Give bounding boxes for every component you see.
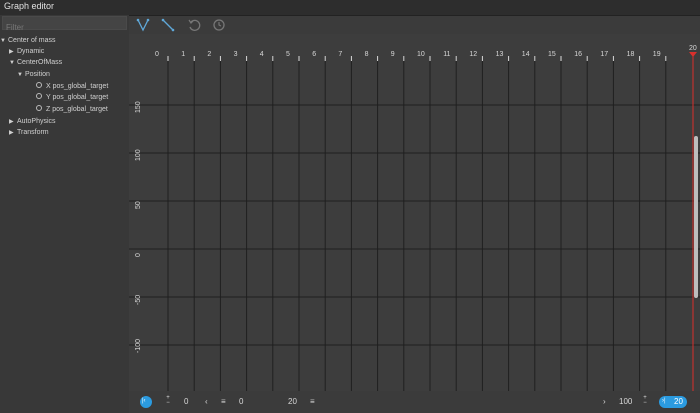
- y-tick-label: 0: [135, 253, 142, 257]
- curve-dot-icon: [36, 93, 42, 99]
- x-tick-label: 13: [496, 51, 504, 58]
- current-frame-pill[interactable]: ›| 20: [659, 396, 687, 408]
- y-tick-label: 50: [135, 201, 142, 209]
- vertical-scrollbar[interactable]: [694, 136, 698, 298]
- x-tick-label: 0: [155, 51, 159, 58]
- collapse-arrow-icon[interactable]: ▼: [9, 58, 17, 68]
- x-tick-label: 17: [600, 51, 608, 58]
- filter-field[interactable]: [2, 16, 127, 34]
- redo-icon[interactable]: [212, 18, 226, 32]
- y-tick-label: 150: [135, 101, 142, 113]
- curve-grid[interactable]: 0 1 2 3 4 5 6 7 8 9 10 11 12 13 14 15 16 17 18 19150100500-…: [129, 34, 700, 391]
- prev-frame-button[interactable]: ‹: [205, 397, 208, 406]
- tree-item-centerofmass[interactable]: ▼ CenterOfMass: [9, 58, 62, 68]
- x-tick-label: 5: [286, 51, 290, 58]
- curve-tangent-icon[interactable]: [136, 18, 150, 32]
- x-tick-label: 2: [207, 51, 211, 58]
- range-start-stepper[interactable]: + −: [165, 395, 171, 406]
- filter-input[interactable]: [3, 21, 126, 34]
- x-tick-label: 18: [627, 51, 635, 58]
- x-tick-label: 15: [548, 51, 556, 58]
- x-tick-label: 19: [653, 51, 661, 58]
- range-end-value[interactable]: 20: [288, 397, 297, 406]
- go-to-end-icon[interactable]: ›|: [662, 398, 666, 404]
- expand-arrow-icon[interactable]: ▶: [9, 128, 17, 138]
- linear-tangent-icon[interactable]: [161, 18, 175, 32]
- undo-icon[interactable]: [187, 18, 201, 32]
- tree-item-autophysics[interactable]: ▶ AutoPhysics: [9, 117, 56, 127]
- x-tick-label: 7: [338, 51, 342, 58]
- menu-icon[interactable]: ≡: [221, 397, 226, 406]
- timeline-controls: |‹ + − 0 ‹ ≡ 0 20 ≡ › 100 + − ›| 20: [129, 391, 700, 413]
- expand-arrow-icon[interactable]: ▶: [9, 47, 17, 57]
- next-frame-button[interactable]: ›: [603, 397, 606, 406]
- x-tick-label: 6: [312, 51, 316, 58]
- x-tick-label: 3: [234, 51, 238, 58]
- tree-item-dynamic[interactable]: ▶ Dynamic: [9, 47, 44, 57]
- tree-item-z-pos[interactable]: Z pos_global_target: [36, 105, 108, 115]
- go-to-start-button[interactable]: |‹: [140, 396, 152, 408]
- title-bar: Graph editor: [0, 0, 700, 16]
- y-tick-label: -100: [135, 339, 142, 353]
- current-start-value[interactable]: 0: [239, 397, 243, 406]
- y-tick-label: 100: [135, 149, 142, 161]
- x-tick-label: 16: [574, 51, 582, 58]
- graph-area[interactable]: 0 1 2 3 4 5 6 7 8 9 10 11 12 13 14 15 16 17 18 19 150 100 50 0-…: [129, 34, 700, 391]
- expand-arrow-icon[interactable]: ▶: [9, 117, 17, 127]
- x-tick-label: 4: [260, 51, 264, 58]
- window-title: Graph editor: [4, 1, 55, 11]
- tree-item-position[interactable]: ▼ Position: [17, 70, 50, 80]
- range-start-value[interactable]: 0: [184, 397, 188, 406]
- x-tick-label: 1: [181, 51, 185, 58]
- x-tick-label: 14: [522, 51, 530, 58]
- tree-item-x-pos[interactable]: X pos_global_target: [36, 82, 108, 92]
- x-tick-label: 9: [391, 51, 395, 58]
- current-frame-value: 20: [674, 397, 683, 406]
- collapse-arrow-icon[interactable]: ▼: [17, 70, 25, 80]
- curve-dot-icon: [36, 105, 42, 111]
- tree-item-y-pos[interactable]: Y pos_global_target: [36, 93, 108, 103]
- x-tick-label: 11: [443, 51, 450, 58]
- x-tick-label: 10: [417, 51, 425, 58]
- tree-item-transform[interactable]: ▶ Transform: [9, 128, 49, 138]
- curve-dot-icon: [36, 82, 42, 88]
- x-tick-label: 8: [365, 51, 369, 58]
- playhead-frame-label: 20: [689, 45, 697, 52]
- menu-icon[interactable]: ≡: [310, 397, 315, 406]
- playhead-handle[interactable]: [689, 52, 697, 57]
- zoom-value[interactable]: 100: [619, 397, 632, 406]
- zoom-stepper[interactable]: + −: [642, 395, 648, 406]
- x-tick-label: 12: [469, 51, 477, 58]
- decrement-icon[interactable]: −: [165, 400, 171, 406]
- y-tick-label: -50: [135, 295, 142, 305]
- tree-item-center-of-mass[interactable]: ▼ Center of mass: [0, 36, 55, 46]
- collapse-arrow-icon[interactable]: ▼: [0, 36, 8, 46]
- decrement-icon[interactable]: −: [642, 400, 648, 406]
